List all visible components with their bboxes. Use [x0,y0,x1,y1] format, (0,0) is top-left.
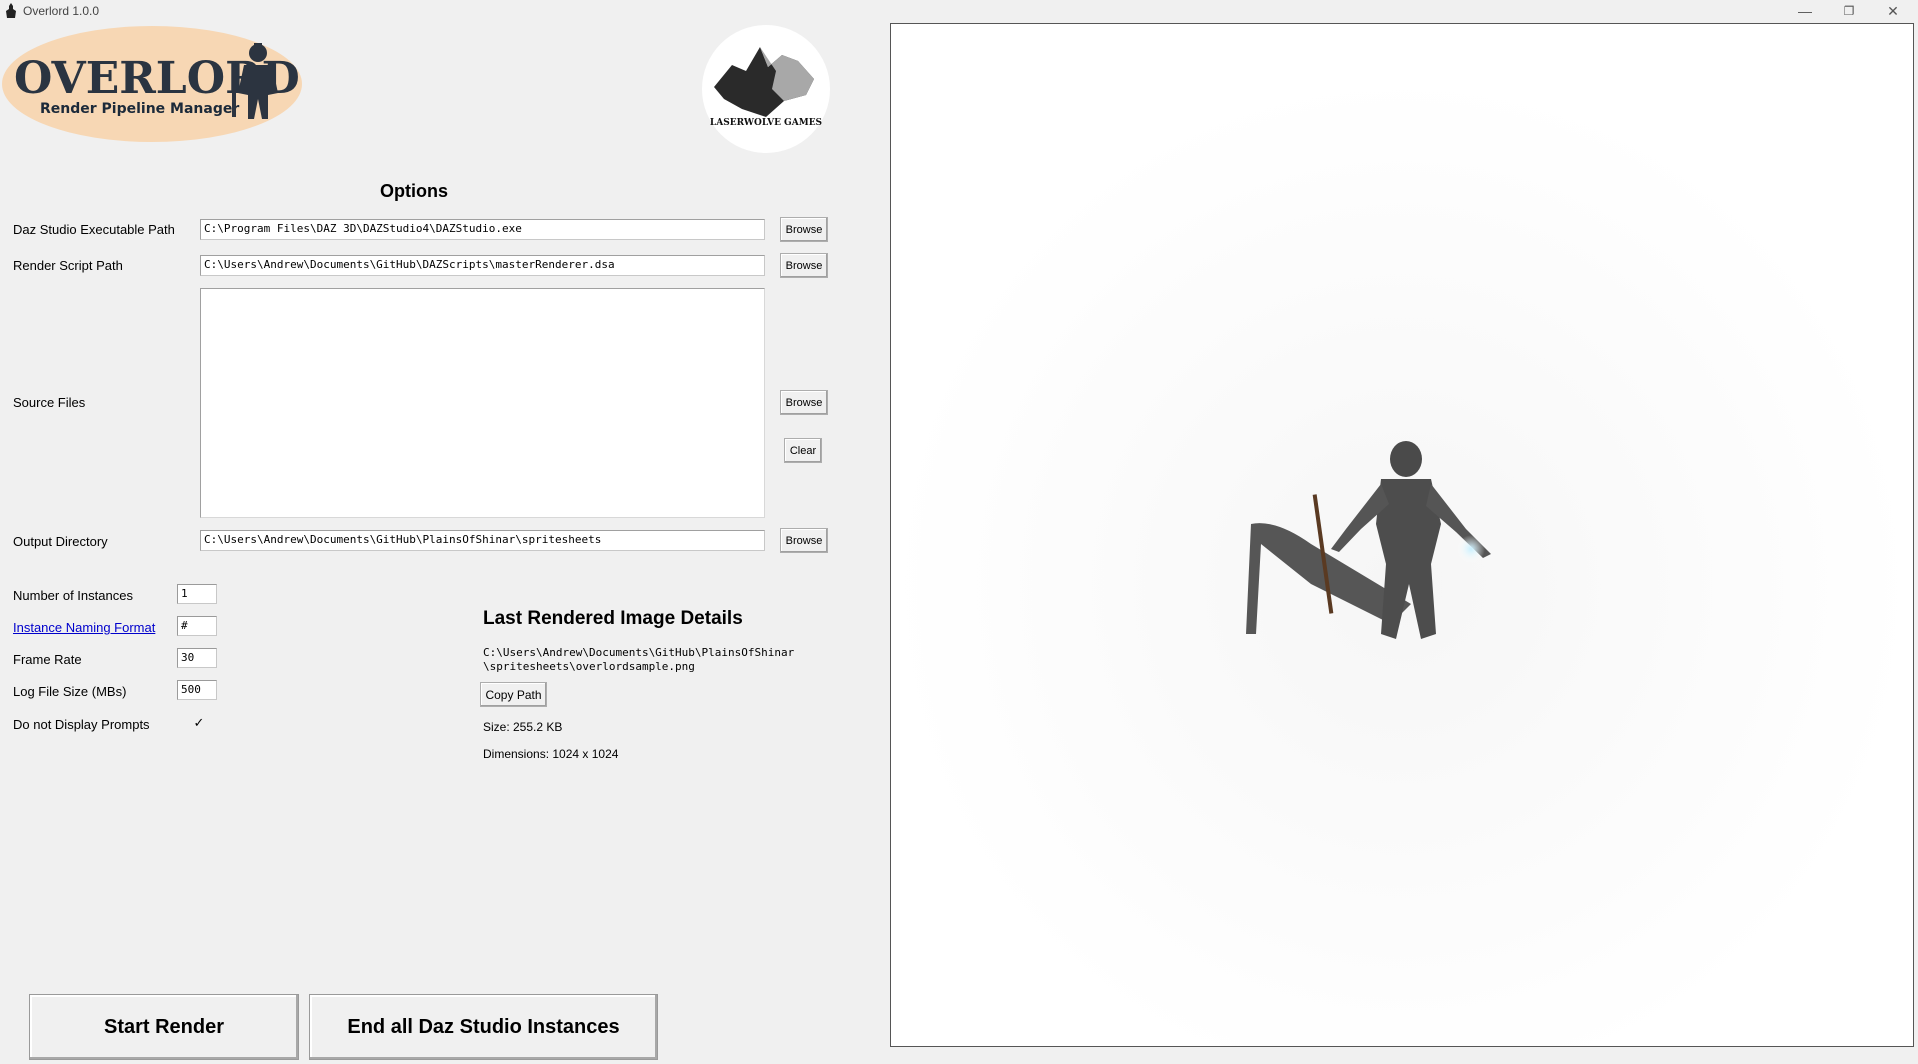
instance-naming-format-link[interactable]: Instance Naming Format [13,620,155,635]
no-prompts-label: Do not Display Prompts [13,717,150,732]
copy-path-button[interactable]: Copy Path [480,682,547,707]
last-render-path-line2: \spritesheets\overlordsample.png [483,660,695,673]
daz-exe-label: Daz Studio Executable Path [13,222,175,237]
instances-label: Number of Instances [13,588,133,603]
end-all-instances-button[interactable]: End all Daz Studio Instances [309,994,658,1060]
start-render-button[interactable]: Start Render [29,994,299,1060]
instance-naming-format-input[interactable]: # [177,616,217,636]
last-render-heading: Last Rendered Image Details [483,608,743,629]
close-button[interactable]: ✕ [1871,0,1915,22]
frame-rate-input[interactable]: 30 [177,648,217,668]
logo-company: LASERWOLVE GAMES [710,118,822,128]
minimize-icon: — [1798,3,1812,19]
render-script-path-input[interactable]: C:\Users\Andrew\Documents\GitHub\DAZScri… [200,255,765,276]
title-bar: Overlord 1.0.0 — ❐ ✕ [0,0,1918,23]
last-render-dimensions: Dimensions: 1024 x 1024 [483,747,619,761]
source-files-list[interactable] [200,288,765,518]
log-size-label: Log File Size (MBs) [13,684,127,699]
restore-button[interactable]: ❐ [1827,0,1871,22]
window-title: Overlord 1.0.0 [23,4,100,18]
render-script-browse-button[interactable]: Browse [780,253,828,278]
output-dir-label: Output Directory [13,534,108,549]
source-files-label: Source Files [13,395,86,410]
output-dir-path-input[interactable]: C:\Users\Andrew\Documents\GitHub\PlainsO… [200,530,765,551]
close-icon: ✕ [1887,2,1899,19]
log-size-input[interactable]: 500 [177,680,217,700]
daz-exe-path-input[interactable]: C:\Program Files\DAZ 3D\DAZStudio4\DAZSt… [200,219,765,240]
frame-rate-label: Frame Rate [13,652,82,667]
logo-subtitle: Render Pipeline Manager [40,101,239,117]
source-files-clear-button[interactable]: Clear [784,438,822,463]
render-script-label: Render Script Path [13,258,123,273]
no-prompts-checkbox[interactable]: ✓ [192,716,206,730]
render-preview-image [890,23,1914,1047]
output-dir-browse-button[interactable]: Browse [780,528,828,553]
last-render-path: C:\Users\Andrew\Documents\GitHub\PlainsO… [483,646,794,674]
knight-icon [6,3,16,18]
last-render-size: Size: 255.2 KB [483,720,563,734]
last-render-path-line1: C:\Users\Andrew\Documents\GitHub\PlainsO… [483,646,795,659]
restore-icon: ❐ [1843,4,1855,18]
overlord-logo: OVERLORD Render Pipeline Manager [0,23,304,145]
source-files-browse-button[interactable]: Browse [780,390,828,415]
checkmark-icon: ✓ [193,715,205,730]
laserwolve-logo: LASERWOLVE GAMES [702,25,830,153]
options-heading: Options [380,181,448,201]
daz-exe-browse-button[interactable]: Browse [780,217,828,242]
instances-input[interactable]: 1 [177,584,217,604]
minimize-button[interactable]: — [1783,0,1827,22]
